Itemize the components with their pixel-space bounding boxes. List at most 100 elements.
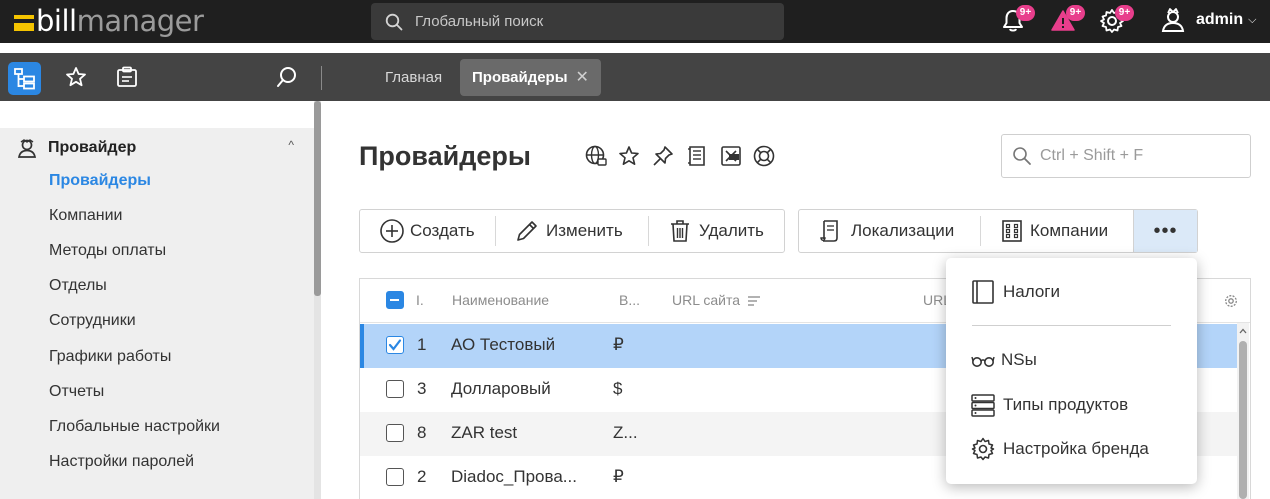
sidebar-scrollbar[interactable] <box>314 101 321 499</box>
help-button[interactable] <box>752 144 776 168</box>
column-header-site-url[interactable]: URL сайта <box>672 292 761 308</box>
companies-button[interactable]: Компании <box>999 210 1108 252</box>
cell-currency: $ <box>613 379 623 398</box>
row-checkbox[interactable] <box>386 380 404 398</box>
localizations-button[interactable]: Локализации <box>817 210 954 252</box>
server-list-icon <box>971 394 995 417</box>
notifications-button[interactable]: 9+ <box>1000 5 1035 34</box>
more-actions-button[interactable]: ••• <box>1133 210 1197 252</box>
tab-main[interactable]: Главная <box>373 59 454 96</box>
select-all-checkbox[interactable] <box>386 291 404 309</box>
row-checkbox[interactable] <box>386 424 404 442</box>
table-scrollbar[interactable] <box>1237 323 1249 499</box>
menu-item-label: NSы <box>1001 350 1037 369</box>
column-header-currency[interactable]: В... <box>619 292 640 308</box>
export-button[interactable] <box>719 144 743 168</box>
close-icon[interactable]: ✕ <box>576 69 589 86</box>
cell-currency: Z... <box>613 423 638 442</box>
favorite-button[interactable] <box>617 144 641 168</box>
notification-badge: 9+ <box>1016 5 1035 21</box>
glasses-icon <box>971 356 995 367</box>
cell-id: 3 <box>417 379 427 398</box>
global-search[interactable] <box>371 3 784 40</box>
sidebar-item-reports[interactable]: Отчеты <box>49 383 104 401</box>
quick-search[interactable] <box>1001 134 1251 178</box>
sidebar-item-payment-methods[interactable]: Методы оплаты <box>49 242 166 260</box>
menu-item-label: Типы продуктов <box>1003 395 1129 414</box>
user-avatar-icon <box>1161 8 1185 32</box>
logo-text-bill: bill <box>36 4 77 38</box>
sidebar-item-companies[interactable]: Компании <box>49 207 123 225</box>
tab-providers[interactable]: Провайдеры ✕ <box>460 59 601 96</box>
top-header: billmanager 9+ 9+ 9+ <box>0 0 1270 43</box>
building-icon <box>1002 220 1022 242</box>
toolbar-group-main: Создать Изменить Удалить <box>359 209 785 253</box>
menu-item-product-types[interactable]: Типы продуктов <box>971 390 1128 420</box>
alerts-badge: 9+ <box>1066 5 1085 21</box>
row-checkbox[interactable] <box>386 468 404 486</box>
trash-icon <box>671 220 689 242</box>
sidebar-group-provider[interactable]: Провайдер ^ <box>16 136 306 160</box>
user-name: admin <box>1196 11 1244 28</box>
edit-label: Изменить <box>546 221 623 240</box>
tree-menu-button[interactable] <box>8 62 41 95</box>
star-icon <box>619 146 639 165</box>
cell-name: ZAR test <box>451 423 518 442</box>
edit-button[interactable]: Изменить <box>514 210 623 252</box>
sidebar-item-global-settings[interactable]: Глобальные настройки <box>49 418 220 436</box>
pin-button[interactable] <box>651 144 675 168</box>
scrollbar-thumb[interactable] <box>1239 341 1247 499</box>
delete-label: Удалить <box>699 221 764 240</box>
tab-label: Главная <box>385 69 443 86</box>
sidebar-item-departments[interactable]: Отделы <box>49 277 107 295</box>
divider <box>980 216 981 246</box>
cell-id: 1 <box>417 335 427 354</box>
menu-search-button[interactable] <box>275 65 299 89</box>
menu-item-label: Настройка бренда <box>1003 439 1149 458</box>
column-header-name[interactable]: Наименование <box>452 292 549 308</box>
checkmark-icon <box>388 339 402 351</box>
dashboard-button[interactable] <box>115 65 139 89</box>
column-header-id[interactable]: I. <box>416 292 424 308</box>
menu-item-ns[interactable]: NSы <box>971 345 1037 375</box>
sidebar-item-schedules[interactable]: Графики работы <box>49 348 171 366</box>
more-actions-dropdown: Налоги NSы Типы продуктов Настройка брен… <box>946 258 1197 484</box>
cell-name: Diadoc_Прова... <box>451 467 577 486</box>
language-button[interactable] <box>584 144 608 168</box>
scrollbar-thumb[interactable] <box>314 101 321 296</box>
tasks-button[interactable]: 9+ <box>1099 5 1134 34</box>
favorites-button[interactable] <box>64 65 88 89</box>
divider <box>648 216 649 246</box>
cell-name: Долларовый <box>451 379 551 398</box>
quick-search-input[interactable] <box>1040 147 1240 165</box>
menu-item-brand-settings[interactable]: Настройка бренда <box>971 434 1149 464</box>
chevron-up-icon[interactable]: ^ <box>288 138 294 152</box>
cell-name: АО Тестовый <box>451 335 556 354</box>
clipboard-icon <box>117 66 137 87</box>
docs-button[interactable] <box>685 144 709 168</box>
plus-circle-icon <box>380 219 404 243</box>
star-icon <box>66 67 86 87</box>
sidebar-item-employees[interactable]: Сотрудники <box>49 312 136 330</box>
app-logo[interactable]: billmanager <box>14 4 204 38</box>
sidebar-item-password-settings[interactable]: Настройки паролей <box>49 453 194 471</box>
delete-button[interactable]: Удалить <box>667 210 764 252</box>
menu-divider <box>972 325 1171 326</box>
user-menu[interactable]: admin ⌵ <box>1160 6 1256 34</box>
row-checkbox[interactable] <box>386 336 404 354</box>
cell-currency: ₽ <box>613 467 624 486</box>
divider <box>495 216 496 246</box>
create-button[interactable]: Создать <box>379 210 475 252</box>
chevron-down-icon: ⌵ <box>1248 13 1257 26</box>
menu-item-taxes[interactable]: Налоги <box>971 277 1060 307</box>
scroll-up-icon[interactable] <box>1237 326 1249 336</box>
sidebar-item-providers[interactable]: Провайдеры <box>49 172 151 190</box>
alerts-button[interactable]: 9+ <box>1050 5 1085 34</box>
column-settings-icon[interactable] <box>1224 294 1238 308</box>
search-icon <box>1013 147 1031 165</box>
cell-id: 2 <box>417 467 427 486</box>
page-title: Провайдеры <box>359 141 531 171</box>
global-search-input[interactable] <box>415 13 755 30</box>
more-dots-icon: ••• <box>1153 219 1178 242</box>
help-lifebuoy-icon <box>753 145 775 167</box>
